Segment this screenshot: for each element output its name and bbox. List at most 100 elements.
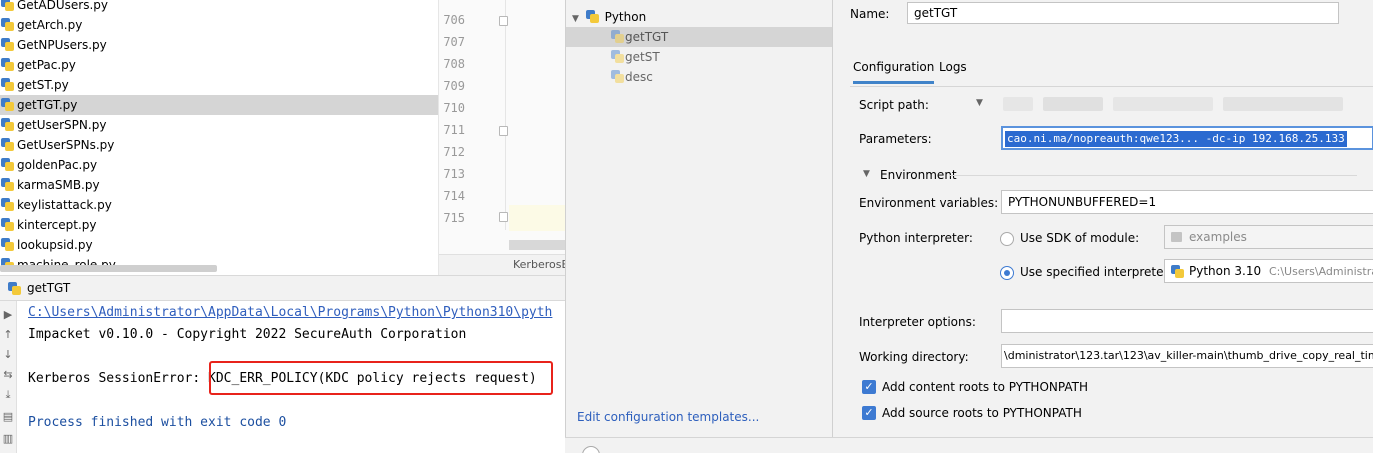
python-file-icon bbox=[1, 38, 14, 51]
console-banner: Impacket v0.10.0 - Copyright 2022 Secure… bbox=[28, 327, 467, 342]
project-file-item[interactable]: GetUserSPNs.py bbox=[0, 135, 438, 155]
line-number: 710 bbox=[443, 101, 465, 115]
interpreter-path: C:\Users\Administrator\ bbox=[1268, 265, 1373, 278]
script-path-dropdown-icon[interactable]: ▼ bbox=[976, 98, 983, 108]
project-file-item[interactable]: lookupsid.py bbox=[0, 235, 438, 255]
project-file-name: kintercept.py bbox=[17, 218, 97, 232]
gutter-divider bbox=[505, 0, 506, 230]
use-specified-label: Use specified interpreter: bbox=[1020, 265, 1173, 279]
help-icon[interactable] bbox=[582, 446, 600, 453]
project-file-name: getPac.py bbox=[17, 58, 76, 72]
soft-wrap-icon[interactable]: ⇆ bbox=[2, 369, 14, 381]
python-file-icon bbox=[1, 218, 14, 231]
line-number: 707 bbox=[443, 35, 465, 49]
project-file-item[interactable]: getArch.py bbox=[0, 15, 438, 35]
python-file-icon bbox=[1, 178, 14, 191]
use-sdk-radio[interactable] bbox=[1000, 232, 1014, 246]
console-interpreter-path[interactable]: C:\Users\Administrator\AppData\Local\Pro… bbox=[28, 303, 552, 323]
project-file-name: lookupsid.py bbox=[17, 238, 93, 252]
python-file-icon bbox=[1, 78, 14, 91]
project-file-item[interactable]: getUserSPN.py bbox=[0, 115, 438, 135]
clear-icon[interactable]: ▥ bbox=[2, 433, 14, 445]
python-file-icon bbox=[1, 118, 14, 131]
chevron-down-icon[interactable]: ▼ bbox=[863, 169, 870, 179]
project-file-name: goldenPac.py bbox=[17, 158, 98, 172]
python-config-icon bbox=[611, 30, 624, 43]
line-number: 708 bbox=[443, 57, 465, 71]
fold-marker-icon[interactable] bbox=[499, 16, 508, 26]
config-item[interactable]: desc bbox=[566, 67, 832, 87]
rerun-icon[interactable]: ▶ bbox=[2, 309, 14, 321]
working-dir-input[interactable]: \dministrator\123.tar\123\av_killer-main… bbox=[1001, 344, 1373, 368]
editor-horizontal-scrollbar[interactable] bbox=[509, 240, 565, 250]
python-file-icon bbox=[1, 198, 14, 211]
python-file-icon bbox=[1, 138, 14, 151]
project-file-item[interactable]: goldenPac.py bbox=[0, 155, 438, 175]
fold-marker-icon[interactable] bbox=[499, 212, 508, 222]
add-source-roots-checkbox[interactable]: ✓ bbox=[862, 406, 876, 420]
scroll-down-icon[interactable]: ↓ bbox=[2, 349, 14, 361]
tab-logs[interactable]: Logs bbox=[939, 56, 967, 84]
chevron-down-icon[interactable]: ▼ bbox=[572, 14, 579, 24]
line-number: 711 bbox=[443, 123, 465, 137]
project-file-item[interactable]: karmaSMB.py bbox=[0, 175, 438, 195]
scroll-up-icon[interactable]: ↑ bbox=[2, 329, 14, 341]
editor-breadcrumb-tab[interactable]: KerberosE bbox=[439, 254, 565, 275]
python-config-icon bbox=[611, 50, 624, 63]
project-file-item[interactable]: kintercept.py bbox=[0, 215, 438, 235]
console-process-finished: Process finished with exit code 0 bbox=[28, 415, 287, 430]
line-number: 715 bbox=[443, 211, 465, 225]
project-file-item[interactable]: getPac.py bbox=[0, 55, 438, 75]
section-divider bbox=[950, 175, 1357, 176]
name-input[interactable]: getTGT bbox=[907, 2, 1339, 24]
redacted-blur bbox=[1003, 97, 1033, 111]
python-file-icon bbox=[1, 0, 14, 11]
project-file-name: getUserSPN.py bbox=[17, 118, 107, 132]
project-tree-scrollbar[interactable] bbox=[0, 265, 217, 272]
config-item[interactable]: getTGT bbox=[566, 27, 832, 47]
config-item-label: getST bbox=[625, 50, 660, 64]
interpreter-options-input[interactable] bbox=[1001, 309, 1373, 333]
project-file-name: getArch.py bbox=[17, 18, 83, 32]
print-icon[interactable]: ▤ bbox=[2, 411, 14, 423]
interpreter-label: Python interpreter: bbox=[859, 231, 973, 245]
tab-configuration[interactable]: Configuration bbox=[853, 56, 935, 84]
project-file-item[interactable]: GetNPUsers.py bbox=[0, 35, 438, 55]
run-config-form: Name: getTGT Configuration Logs Script p… bbox=[832, 0, 1373, 437]
config-item[interactable]: getST bbox=[566, 47, 832, 67]
current-line-highlight bbox=[509, 205, 565, 231]
project-file-item[interactable]: getST.py bbox=[0, 75, 438, 95]
python-config-icon bbox=[611, 70, 624, 83]
sdk-module-select[interactable]: examples bbox=[1164, 225, 1373, 249]
add-content-roots-checkbox[interactable]: ✓ bbox=[862, 380, 876, 394]
add-source-roots-label: Add source roots to PYTHONPATH bbox=[882, 406, 1082, 420]
line-number: 712 bbox=[443, 145, 465, 159]
editor-tab-label: KerberosE bbox=[513, 258, 565, 271]
error-highlight-box bbox=[209, 361, 553, 395]
python-file-icon bbox=[1, 158, 14, 171]
parameters-selected-text: cao.ni.ma/nopreauth:qwe123... -dc-ip 192… bbox=[1005, 131, 1347, 147]
python-file-icon bbox=[1, 58, 14, 71]
dialog-bottom-bar bbox=[565, 437, 1373, 453]
config-group-python[interactable]: ▼ Python bbox=[566, 7, 832, 27]
python-icon bbox=[1171, 265, 1184, 278]
env-vars-input[interactable]: PYTHONUNBUFFERED=1 bbox=[1001, 190, 1373, 214]
use-specified-radio[interactable] bbox=[1000, 266, 1014, 280]
line-number: 709 bbox=[443, 79, 465, 93]
edit-templates-link[interactable]: Edit configuration templates... bbox=[577, 407, 759, 427]
parameters-input[interactable]: cao.ni.ma/nopreauth:qwe123... -dc-ip 192… bbox=[1001, 126, 1373, 150]
project-file-name: karmaSMB.py bbox=[17, 178, 100, 192]
interpreter-select[interactable]: Python 3.10 C:\Users\Administrator\ bbox=[1164, 259, 1373, 283]
run-toolbar: ▶ ↑ ↓ ⇆ ⤓ ▤ ▥ bbox=[0, 301, 17, 453]
script-path-label: Script path: bbox=[859, 98, 929, 112]
project-file-item[interactable]: GetADUsers.py bbox=[0, 0, 438, 15]
project-file-name: getST.py bbox=[17, 78, 69, 92]
config-item-label: getTGT bbox=[625, 30, 669, 44]
line-number: 713 bbox=[443, 167, 465, 181]
fold-marker-icon[interactable] bbox=[499, 126, 508, 136]
project-file-item[interactable]: getTGT.py bbox=[0, 95, 438, 115]
project-file-item[interactable]: keylistattack.py bbox=[0, 195, 438, 215]
run-tab-getTGT[interactable]: getTGT bbox=[27, 276, 70, 301]
scroll-to-end-icon[interactable]: ⤓ bbox=[2, 389, 14, 401]
sdk-module-value: examples bbox=[1189, 230, 1247, 244]
